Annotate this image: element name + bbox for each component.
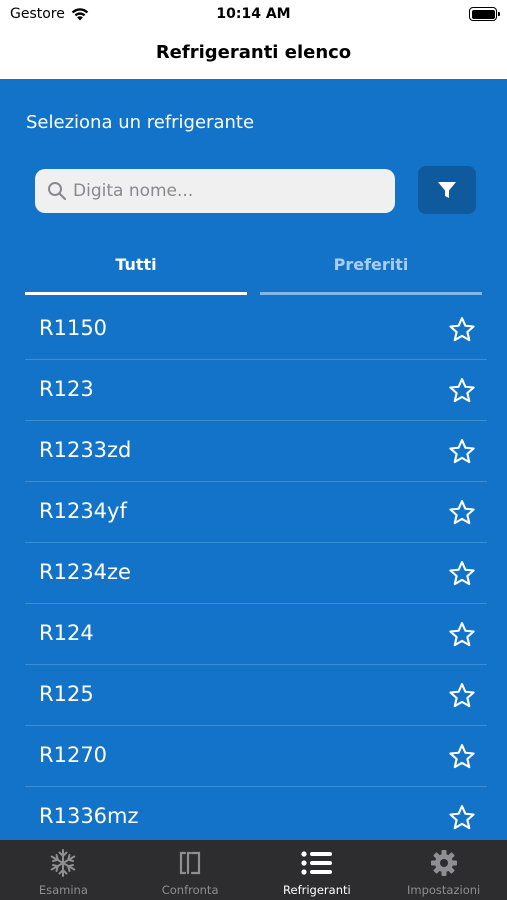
- refrigerant-name: R1233zd: [39, 438, 132, 462]
- list-item[interactable]: R1234yf: [25, 482, 487, 543]
- tab-settings[interactable]: Impostazioni: [380, 840, 507, 900]
- list-item[interactable]: R1270: [25, 726, 487, 787]
- tab-settings-label: Impostazioni: [407, 883, 481, 897]
- tab-favorites-indicator: [260, 292, 482, 295]
- refrigerant-name: R123: [39, 377, 94, 401]
- star-icon[interactable]: [447, 803, 477, 833]
- refrigerant-name: R1150: [39, 316, 108, 340]
- search-input[interactable]: [73, 181, 373, 201]
- list-item[interactable]: R1234ze: [25, 543, 487, 604]
- search-icon: [45, 179, 69, 203]
- star-icon[interactable]: [447, 376, 477, 406]
- tab-all[interactable]: Tutti: [25, 255, 247, 295]
- select-refrigerant-label: Seleziona un refrigerante: [26, 112, 255, 133]
- tab-refrigerants-label: Refrigeranti: [283, 883, 351, 897]
- search-bar[interactable]: [35, 169, 395, 213]
- star-icon[interactable]: [447, 498, 477, 528]
- refrigerant-list: R1150 R123 R1233zd R1234yf R1234ze R124 …: [25, 299, 487, 848]
- list-icon: [300, 848, 334, 878]
- gear-icon: [427, 848, 461, 878]
- list-item[interactable]: R124: [25, 604, 487, 665]
- tab-all-indicator: [25, 292, 247, 295]
- list-item[interactable]: R123: [25, 360, 487, 421]
- battery-icon: [469, 7, 500, 21]
- star-icon[interactable]: [447, 315, 477, 345]
- list-item[interactable]: R1233zd: [25, 421, 487, 482]
- tab-compare[interactable]: Confronta: [127, 840, 254, 900]
- snowflake-icon: [46, 848, 80, 878]
- navigation-bar: Refrigeranti elenco: [0, 30, 507, 79]
- status-bar: Gestore 10:14 AM: [0, 0, 507, 30]
- compare-icon: [173, 848, 207, 878]
- refrigerant-name: R1234ze: [39, 560, 131, 584]
- filter-icon: [438, 182, 456, 198]
- status-time: 10:14 AM: [216, 6, 291, 22]
- star-icon[interactable]: [447, 620, 477, 650]
- list-item[interactable]: R125: [25, 665, 487, 726]
- refrigerant-name: R124: [39, 621, 94, 645]
- star-icon[interactable]: [447, 559, 477, 589]
- refrigerant-name: R125: [39, 682, 94, 706]
- refrigerant-name: R1336mz: [39, 804, 139, 828]
- tab-compare-label: Confronta: [161, 883, 219, 897]
- list-item[interactable]: R1150: [25, 299, 487, 360]
- list-item[interactable]: R1336mz: [25, 787, 487, 848]
- tab-refrigerants[interactable]: Refrigeranti: [254, 840, 381, 900]
- star-icon[interactable]: [447, 681, 477, 711]
- filter-button[interactable]: [418, 166, 476, 214]
- page-title: Refrigeranti elenco: [155, 42, 352, 63]
- bottom-tab-bar: Esamina Confronta Refrigeranti Impostazi…: [0, 840, 507, 900]
- tab-examine[interactable]: Esamina: [0, 840, 127, 900]
- tab-examine-label: Esamina: [38, 883, 88, 897]
- refrigerant-name: R1270: [39, 743, 108, 767]
- refrigerant-name: R1234yf: [39, 499, 127, 523]
- tab-favorites[interactable]: Preferiti: [260, 255, 482, 295]
- star-icon[interactable]: [447, 742, 477, 772]
- star-icon[interactable]: [447, 437, 477, 467]
